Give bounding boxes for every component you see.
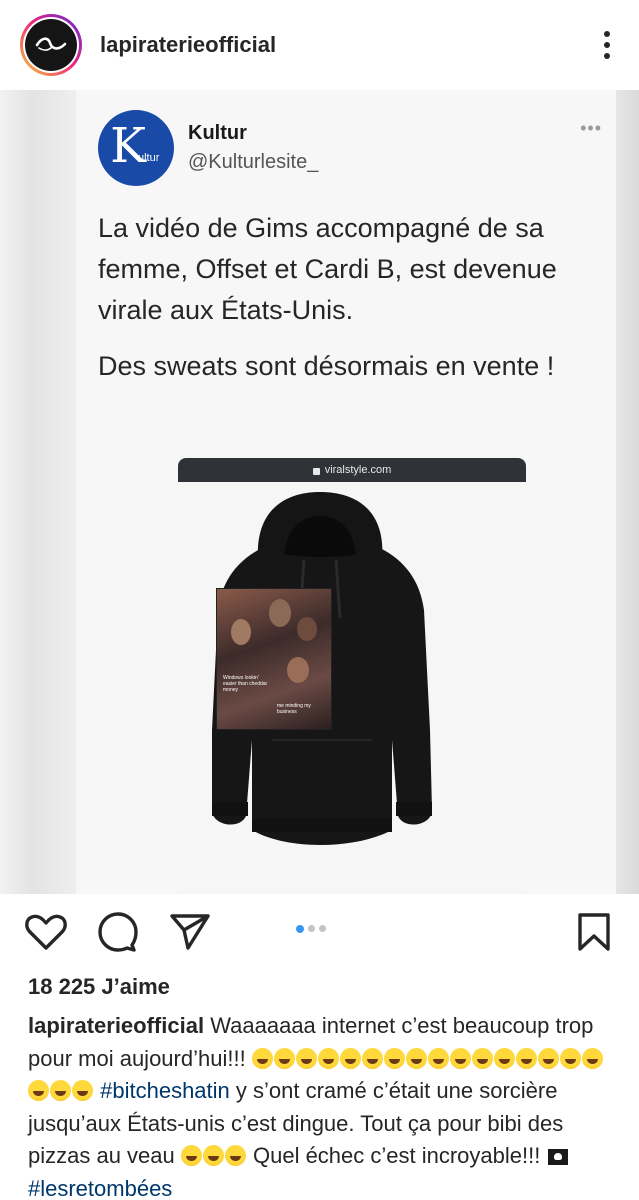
laughing-emoji-icon: [180, 1143, 247, 1168]
post-header: lapiraterieofficial: [0, 0, 639, 90]
laughing-emoji-icon: [471, 1047, 493, 1069]
comment-icon[interactable]: [96, 912, 140, 952]
laughing-emoji-icon: [180, 1145, 202, 1166]
bookmark-icon[interactable]: [574, 912, 614, 952]
laughing-emoji-icon: [50, 1080, 71, 1101]
carousel-dot: [308, 925, 315, 932]
laughing-emoji-icon: [295, 1047, 317, 1069]
laughing-emoji-icon: [361, 1047, 383, 1069]
caption-username[interactable]: lapiraterieofficial: [28, 1013, 204, 1038]
laughing-emoji-icon: [559, 1047, 581, 1069]
pirate-flag-icon: [548, 1149, 569, 1165]
laughing-emoji-icon: [224, 1145, 246, 1166]
more-options-icon[interactable]: [595, 27, 619, 63]
laughing-emoji-icon: [28, 1080, 49, 1101]
post-username[interactable]: lapiraterieofficial: [100, 32, 595, 58]
laughing-emoji-icon: [537, 1047, 559, 1069]
laughing-emoji-icon: [493, 1047, 515, 1069]
carousel-dot: [319, 925, 326, 932]
hashtag-bitcheshatin[interactable]: #bitcheshatin: [100, 1078, 230, 1103]
avatar: [25, 19, 77, 71]
laughing-emoji-icon: [273, 1047, 295, 1069]
likes-count[interactable]: 18 225 J’aime: [28, 974, 170, 1000]
caption-text-3: Quel échec c’est incroyable!!!: [246, 1143, 547, 1168]
laughing-emoji-icon: [405, 1047, 427, 1069]
laughing-emoji-icon: [317, 1047, 339, 1069]
hoodie-image: [212, 492, 432, 845]
laughing-emoji-icon: [202, 1145, 224, 1166]
hoodie-print-photo: Windows lookin' easier than cheddar mone…: [216, 588, 332, 730]
laughing-emoji-icon: [383, 1047, 405, 1069]
laughing-emoji-icon: [339, 1047, 361, 1069]
wave-logo-icon: [35, 37, 67, 51]
carousel-dot-active: [296, 924, 304, 933]
hashtag-lesretombees[interactable]: #lesretombées: [28, 1176, 172, 1200]
laughing-emoji-icon: [581, 1047, 603, 1069]
heart-icon[interactable]: [24, 912, 68, 952]
laughing-emoji-icon: [427, 1047, 449, 1069]
laughing-emoji-icon: [515, 1047, 537, 1069]
share-icon[interactable]: [168, 912, 212, 952]
carousel-indicator: [296, 924, 326, 933]
laughing-emoji-icon: [449, 1047, 471, 1069]
post-media[interactable]: K ultur Kultur @Kulturlesite_ ••• La vid…: [0, 90, 639, 894]
post-caption: lapiraterieofficial Waaaaaaa internet c’…: [28, 1010, 618, 1200]
laughing-emoji-icon: [72, 1080, 93, 1101]
story-ring[interactable]: [20, 14, 82, 76]
laughing-emoji-icon: [251, 1047, 273, 1069]
